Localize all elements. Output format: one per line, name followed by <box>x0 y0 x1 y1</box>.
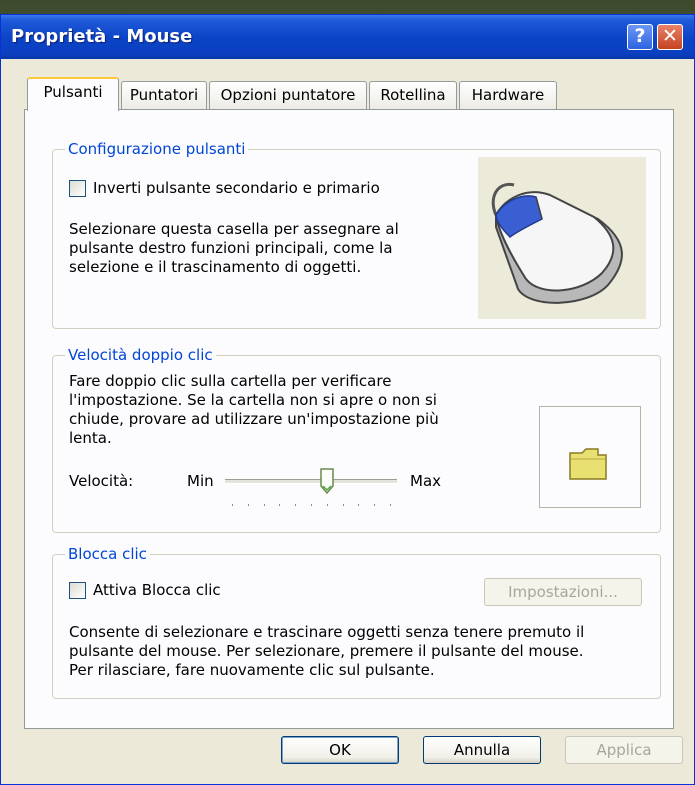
slider-tick <box>374 504 375 506</box>
speed-slider[interactable] <box>225 468 397 510</box>
click-lock-checkbox[interactable] <box>69 582 86 599</box>
tab-hardware[interactable]: Hardware <box>459 81 557 109</box>
mouse-icon <box>491 182 623 304</box>
click-lock-settings-button[interactable]: Impostazioni... <box>484 578 642 606</box>
slider-tick <box>232 504 233 506</box>
speed-min-label: Min <box>187 472 214 490</box>
slider-tick <box>295 504 296 506</box>
speed-label: Velocità: <box>69 472 134 490</box>
double-click-desc-line-3: chiude, provare ad utilizzare un'imposta… <box>69 410 439 428</box>
click-lock-legend: Blocca clic <box>65 545 150 563</box>
double-click-legend: Velocità doppio clic <box>65 346 216 364</box>
double-click-desc-line-1: Fare doppio clic sulla cartella per veri… <box>69 372 392 390</box>
button-config-desc-line-3: selezione e il trascinamento di oggetti. <box>69 258 362 276</box>
ok-button[interactable]: OK <box>281 736 399 764</box>
click-lock-label[interactable]: Attiva Blocca clic <box>93 581 221 600</box>
slider-tick <box>343 504 344 506</box>
click-lock-desc-line-2: pulsante del mouse. Per selezionare, pre… <box>69 642 584 660</box>
button-config-group: Configurazione pulsanti Inverti pulsante… <box>52 140 661 329</box>
slider-thumb[interactable] <box>320 468 334 495</box>
click-lock-desc-line-1: Consente di selezionare e trascinare ogg… <box>69 623 585 641</box>
slider-tick <box>358 504 359 506</box>
close-button[interactable]: ✕ <box>657 24 683 50</box>
test-area[interactable] <box>539 406 641 508</box>
slider-tick <box>311 504 312 506</box>
apply-button[interactable]: Applica <box>565 736 683 764</box>
click-lock-group: Blocca clic Attiva Blocca clic Impostazi… <box>52 545 661 699</box>
title-bar[interactable]: Proprietà - Mouse ? ✕ <box>1 15 694 59</box>
slider-track <box>225 479 397 484</box>
swap-buttons-label[interactable]: Inverti pulsante secondario e primario <box>93 179 380 198</box>
double-click-desc-line-4: lenta. <box>69 429 112 447</box>
folder-icon[interactable] <box>568 447 608 481</box>
swap-buttons-checkbox[interactable] <box>69 180 86 197</box>
tab-panel-pulsanti: Configurazione pulsanti Inverti pulsante… <box>24 109 674 729</box>
mouse-properties-dialog: Proprietà - Mouse ? ✕ Pulsanti Puntatori… <box>0 14 695 785</box>
button-config-desc-line-2: pulsante destro funzioni principali, com… <box>69 239 393 257</box>
mouse-image <box>478 157 646 319</box>
slider-tick <box>279 504 280 506</box>
slider-tick <box>248 504 249 506</box>
tab-rotellina[interactable]: Rotellina <box>369 81 457 109</box>
tab-puntatori[interactable]: Puntatori <box>121 81 207 109</box>
slider-tick <box>264 504 265 506</box>
button-config-legend: Configurazione pulsanti <box>65 140 249 158</box>
double-click-group: Velocità doppio clic Fare doppio clic su… <box>52 346 661 533</box>
cancel-button[interactable]: Annulla <box>423 736 541 764</box>
slider-tick <box>390 504 391 506</box>
help-button[interactable]: ? <box>627 24 653 50</box>
double-click-desc-line-2: l'impostazione. Se la cartella non si ap… <box>69 391 437 409</box>
slider-tick <box>327 504 328 506</box>
window-title: Proprietà - Mouse <box>11 26 193 47</box>
speed-max-label: Max <box>410 472 442 490</box>
button-config-desc-line-1: Selezionare questa casella per assegnare… <box>69 220 399 238</box>
tab-pulsanti[interactable]: Pulsanti <box>27 77 119 111</box>
tab-opzioni-puntatore[interactable]: Opzioni puntatore <box>209 81 367 109</box>
click-lock-desc-line-3: Per rilasciare, fare nuovamente clic sul… <box>69 661 435 679</box>
